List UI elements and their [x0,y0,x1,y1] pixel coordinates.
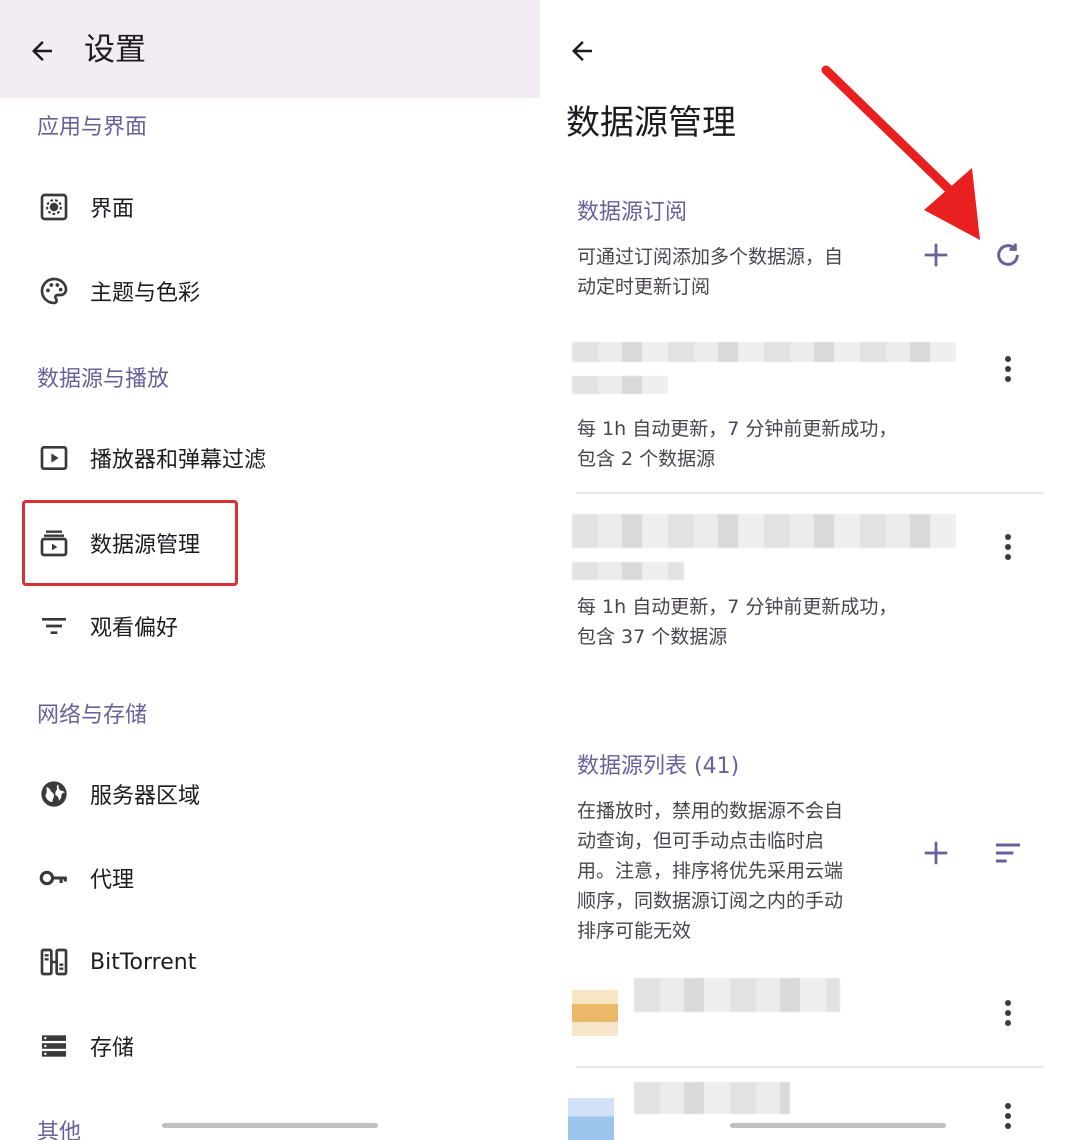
divider [576,492,1044,494]
menu-item-storage[interactable]: 存储 [20,1014,520,1078]
meta-line: 包含 2 个数据源 [577,448,716,470]
description-line: 用。注意，排序将优先采用云端 [577,860,844,882]
filter-lines-icon [35,607,73,645]
key-icon [35,859,73,897]
arrow-back-icon [32,41,52,61]
subscriptions-header: 数据源订阅 [577,200,688,225]
add-source-button[interactable] [912,829,960,877]
section-header-app-ui: 应用与界面 [37,115,148,140]
source-more-button[interactable] [984,989,1032,1037]
menu-item-label: 播放器和弹幕过滤 [90,448,267,473]
plus-icon [924,841,948,865]
top-app-bar: 设置 [0,0,540,98]
menu-item-label: 存储 [90,1036,135,1061]
add-subscription-button[interactable] [912,231,960,279]
globe-icon [35,775,73,813]
menu-item-player-danmaku[interactable]: 播放器和弹幕过滤 [20,426,520,490]
menu-item-label: BitTorrent [90,949,197,975]
menu-item-server-region[interactable]: 服务器区域 [20,762,520,826]
menu-item-theme[interactable]: 主题与色彩 [20,259,520,323]
arrow-back-icon [572,41,592,61]
description-line: 排序可能无效 [577,920,692,942]
more-vert-icon [1005,534,1011,560]
blurred-subscription-url [572,376,668,394]
menu-item-proxy[interactable]: 代理 [20,846,520,910]
subscription-more-button[interactable] [984,345,1032,393]
settings-screen: 设置 应用与界面 界面 主题与色彩 数据源与播放 播放器和弹幕过滤 数据源管理 … [0,0,540,1140]
menu-item-label: 观看偏好 [90,616,179,641]
menu-item-bittorrent[interactable]: BitTorrent [20,930,520,994]
gesture-navigation-bar[interactable] [162,1123,378,1128]
plus-icon [924,243,948,267]
settings-box-icon [35,188,73,226]
divider [576,1066,1044,1068]
annotation-highlight-box [22,500,238,586]
description-line: 顺序，同数据源订阅之内的手动 [577,890,844,912]
menu-item-label: 服务器区域 [90,784,201,809]
menu-item-interface[interactable]: 界面 [20,175,520,239]
play-box-icon [35,439,73,477]
sort-sources-button[interactable] [984,829,1032,877]
storage-icon [35,1027,73,1065]
back-button[interactable] [558,27,606,75]
menu-item-label: 界面 [90,197,135,222]
subscription-more-button[interactable] [984,523,1032,571]
description-line: 动查询，但可手动点击临时启 [577,830,825,852]
source-list-description: 在播放时，禁用的数据源不会自 动查询，但可手动点击临时启 用。注意，排序将优先采… [577,796,843,946]
page-title: 数据源管理 [566,103,736,143]
blurred-subscription-name [572,514,956,548]
source-management-screen: 数据源管理 数据源订阅 可通过订阅添加多个数据源，自 动定时更新订阅 每 1h … [540,0,1080,1140]
menu-item-label: 主题与色彩 [90,281,201,306]
menu-item-label: 代理 [90,868,135,893]
refresh-icon [997,243,1019,266]
description-line: 动定时更新订阅 [577,276,711,298]
description-line: 在播放时，禁用的数据源不会自 [577,800,844,822]
subscription-meta: 每 1h 自动更新，7 分钟前更新成功， 包含 2 个数据源 [577,414,897,474]
meta-line: 包含 37 个数据源 [577,626,728,648]
page-title: 设置 [84,32,146,68]
network-icon [35,943,73,981]
back-button[interactable] [18,27,66,75]
source-more-button[interactable] [984,1092,1032,1140]
source-thumbnail [572,990,618,1036]
blurred-subscription-url [572,562,684,580]
description-line: 可通过订阅添加多个数据源，自 [577,246,844,268]
blurred-source-name [634,1082,790,1114]
sort-icon [996,843,1020,863]
blurred-subscription-name [572,342,956,362]
section-header-network-storage: 网络与存储 [37,703,148,728]
refresh-subscriptions-button[interactable] [984,231,1032,279]
blurred-source-name [634,978,840,1012]
menu-item-watch-preferences[interactable]: 观看偏好 [20,594,520,658]
section-header-other: 其他 [37,1120,82,1140]
more-vert-icon [1005,1000,1011,1026]
more-vert-icon [1005,1103,1011,1129]
subscriptions-description: 可通过订阅添加多个数据源，自 动定时更新订阅 [577,242,843,302]
source-list-header: 数据源列表 (41) [577,754,740,779]
palette-icon [35,272,73,310]
gesture-navigation-bar[interactable] [730,1123,946,1128]
meta-line: 每 1h 自动更新，7 分钟前更新成功， [577,596,898,618]
meta-line: 每 1h 自动更新，7 分钟前更新成功， [577,418,898,440]
more-vert-icon [1005,356,1011,382]
section-header-source-playback: 数据源与播放 [37,367,170,392]
subscription-meta: 每 1h 自动更新，7 分钟前更新成功， 包含 37 个数据源 [577,592,897,652]
source-thumbnail [568,1098,614,1140]
